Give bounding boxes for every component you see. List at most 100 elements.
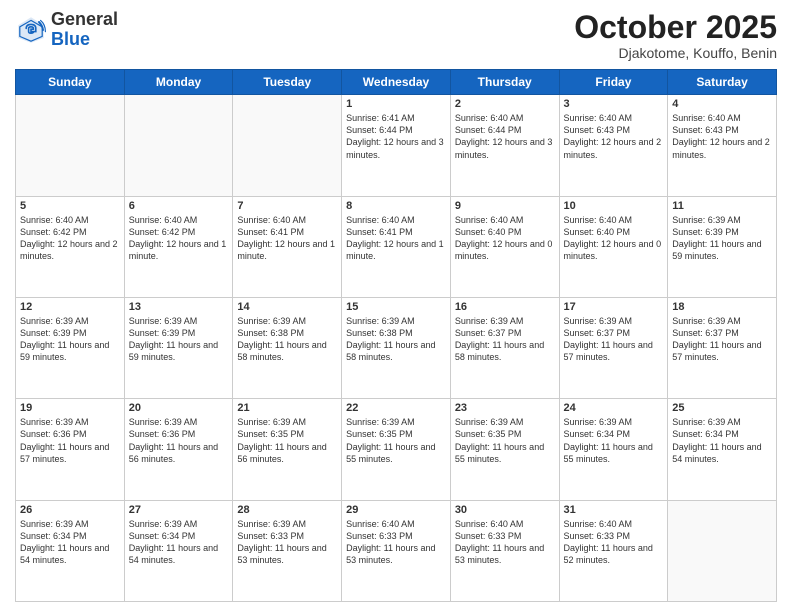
day-info: Sunrise: 6:39 AM Sunset: 6:34 PM Dayligh… xyxy=(564,416,664,465)
calendar-cell: 25 Sunrise: 6:39 AM Sunset: 6:34 PM Dayli… xyxy=(668,399,777,500)
day-info: Sunrise: 6:40 AM Sunset: 6:42 PM Dayligh… xyxy=(20,214,120,263)
calendar-cell: 28 Sunrise: 6:39 AM Sunset: 6:33 PM Dayli… xyxy=(233,500,342,601)
day-number: 1 xyxy=(346,98,446,110)
day-number: 11 xyxy=(672,200,772,212)
logo-blue: Blue xyxy=(51,29,90,49)
calendar-cell xyxy=(668,500,777,601)
day-info: Sunrise: 6:39 AM Sunset: 6:39 PM Dayligh… xyxy=(672,214,772,263)
calendar-cell: 31 Sunrise: 6:40 AM Sunset: 6:33 PM Dayli… xyxy=(559,500,668,601)
day-info: Sunrise: 6:40 AM Sunset: 6:43 PM Dayligh… xyxy=(564,112,664,161)
calendar-cell: 22Sunrise: 6:39 AM Sunset: 6:35 PM Dayli… xyxy=(342,399,451,500)
calendar-cell: 13 Sunrise: 6:39 AM Sunset: 6:39 PM Dayli… xyxy=(124,297,233,398)
calendar-cell: 20Sunrise: 6:39 AM Sunset: 6:36 PM Dayli… xyxy=(124,399,233,500)
calendar-cell: 14 Sunrise: 6:39 AM Sunset: 6:38 PM Dayli… xyxy=(233,297,342,398)
day-number: 13 xyxy=(129,301,229,313)
calendar-cell: 19 Sunrise: 6:39 AM Sunset: 6:36 PM Dayli… xyxy=(16,399,125,500)
calendar-cell: 10 Sunrise: 6:40 AM Sunset: 6:40 PM Dayli… xyxy=(559,196,668,297)
calendar-cell: 12Sunrise: 6:39 AM Sunset: 6:39 PM Dayli… xyxy=(16,297,125,398)
calendar-cell xyxy=(124,95,233,196)
day-info: Sunrise: 6:40 AM Sunset: 6:33 PM Dayligh… xyxy=(455,518,555,567)
calendar-cell: 11 Sunrise: 6:39 AM Sunset: 6:39 PM Dayli… xyxy=(668,196,777,297)
week-row-3: 19 Sunrise: 6:39 AM Sunset: 6:36 PM Dayli… xyxy=(16,399,777,500)
day-info: Sunrise: 6:39 AM Sunset: 6:35 PM Dayligh… xyxy=(455,416,555,465)
calendar-table: SundayMondayTuesdayWednesdayThursdayFrid… xyxy=(15,69,777,602)
day-info: Sunrise: 6:39 AM Sunset: 6:35 PM Dayligh… xyxy=(346,416,446,465)
day-number: 14 xyxy=(237,301,337,313)
day-number: 30 xyxy=(455,504,555,516)
title-month: October 2025 xyxy=(574,10,777,45)
day-number: 25 xyxy=(672,402,772,414)
weekday-header-saturday: Saturday xyxy=(668,70,777,95)
day-number: 31 xyxy=(564,504,664,516)
week-row-0: 1Sunrise: 6:41 AM Sunset: 6:44 PM Daylig… xyxy=(16,95,777,196)
day-number: 8 xyxy=(346,200,446,212)
title-location: Djakotome, Kouffo, Benin xyxy=(574,45,777,61)
day-number: 16 xyxy=(455,301,555,313)
calendar-cell: 1Sunrise: 6:41 AM Sunset: 6:44 PM Daylig… xyxy=(342,95,451,196)
day-info: Sunrise: 6:39 AM Sunset: 6:35 PM Dayligh… xyxy=(237,416,337,465)
day-number: 6 xyxy=(129,200,229,212)
calendar-cell: 6 Sunrise: 6:40 AM Sunset: 6:42 PM Daylig… xyxy=(124,196,233,297)
day-info: Sunrise: 6:40 AM Sunset: 6:41 PM Dayligh… xyxy=(237,214,337,263)
weekday-header-row: SundayMondayTuesdayWednesdayThursdayFrid… xyxy=(16,70,777,95)
calendar-cell: 17 Sunrise: 6:39 AM Sunset: 6:37 PM Dayli… xyxy=(559,297,668,398)
day-info: Sunrise: 6:39 AM Sunset: 6:38 PM Dayligh… xyxy=(237,315,337,364)
day-info: Sunrise: 6:39 AM Sunset: 6:36 PM Dayligh… xyxy=(129,416,229,465)
day-number: 4 xyxy=(672,98,772,110)
week-row-2: 12 Sunrise: 6:39 AM Sunset: 6:39 PM Dayli… xyxy=(16,297,777,398)
day-info: Sunrise: 6:40 AM Sunset: 6:33 PM Dayligh… xyxy=(564,518,664,567)
calendar-cell: 27Sunrise: 6:39 AM Sunset: 6:34 PM Dayli… xyxy=(124,500,233,601)
calendar-cell: 26Sunrise: 6:39 AM Sunset: 6:34 PM Dayli… xyxy=(16,500,125,601)
day-number: 7 xyxy=(237,200,337,212)
day-info: Sunrise: 6:39 AM Sunset: 6:34 PM Dayligh… xyxy=(20,518,120,567)
weekday-header-friday: Friday xyxy=(559,70,668,95)
logo-general: General xyxy=(51,9,118,29)
calendar-cell: 24 Sunrise: 6:39 AM Sunset: 6:34 PM Dayli… xyxy=(559,399,668,500)
day-info: Sunrise: 6:40 AM Sunset: 6:42 PM Dayligh… xyxy=(129,214,229,263)
day-info: Sunrise: 6:39 AM Sunset: 6:36 PM Dayligh… xyxy=(20,416,120,465)
day-info: Sunrise: 6:40 AM Sunset: 6:43 PM Dayligh… xyxy=(672,112,772,161)
weekday-header-wednesday: Wednesday xyxy=(342,70,451,95)
day-number: 10 xyxy=(564,200,664,212)
day-info: Sunrise: 6:39 AM Sunset: 6:38 PM Dayligh… xyxy=(346,315,446,364)
day-info: Sunrise: 6:39 AM Sunset: 6:37 PM Dayligh… xyxy=(672,315,772,364)
week-row-4: 26Sunrise: 6:39 AM Sunset: 6:34 PM Dayli… xyxy=(16,500,777,601)
week-row-1: 5 Sunrise: 6:40 AM Sunset: 6:42 PM Daylig… xyxy=(16,196,777,297)
day-info: Sunrise: 6:39 AM Sunset: 6:37 PM Dayligh… xyxy=(455,315,555,364)
day-number: 21 xyxy=(237,402,337,414)
day-info: Sunrise: 6:39 AM Sunset: 6:39 PM Dayligh… xyxy=(129,315,229,364)
day-number: 5 xyxy=(20,200,120,212)
day-info: Sunrise: 6:39 AM Sunset: 6:33 PM Dayligh… xyxy=(237,518,337,567)
header: General Blue October 2025 Djakotome, Kou… xyxy=(15,10,777,61)
weekday-header-thursday: Thursday xyxy=(450,70,559,95)
title-block: October 2025 Djakotome, Kouffo, Benin xyxy=(574,10,777,61)
day-number: 3 xyxy=(564,98,664,110)
calendar-cell: 8 Sunrise: 6:40 AM Sunset: 6:41 PM Daylig… xyxy=(342,196,451,297)
day-number: 12 xyxy=(20,301,120,313)
calendar-cell xyxy=(233,95,342,196)
calendar-cell: 4 Sunrise: 6:40 AM Sunset: 6:43 PM Daylig… xyxy=(668,95,777,196)
calendar-cell: 9Sunrise: 6:40 AM Sunset: 6:40 PM Daylig… xyxy=(450,196,559,297)
day-info: Sunrise: 6:39 AM Sunset: 6:37 PM Dayligh… xyxy=(564,315,664,364)
calendar-cell: 23 Sunrise: 6:39 AM Sunset: 6:35 PM Dayli… xyxy=(450,399,559,500)
logo-text: General Blue xyxy=(51,10,118,50)
calendar-cell: 5 Sunrise: 6:40 AM Sunset: 6:42 PM Daylig… xyxy=(16,196,125,297)
day-number: 28 xyxy=(237,504,337,516)
page: General Blue October 2025 Djakotome, Kou… xyxy=(0,0,792,612)
calendar-cell: 7 Sunrise: 6:40 AM Sunset: 6:41 PM Daylig… xyxy=(233,196,342,297)
calendar-cell: 18Sunrise: 6:39 AM Sunset: 6:37 PM Dayli… xyxy=(668,297,777,398)
logo-icon xyxy=(15,14,47,46)
day-info: Sunrise: 6:40 AM Sunset: 6:40 PM Dayligh… xyxy=(564,214,664,263)
calendar-cell: 15Sunrise: 6:39 AM Sunset: 6:38 PM Dayli… xyxy=(342,297,451,398)
day-number: 2 xyxy=(455,98,555,110)
day-number: 29 xyxy=(346,504,446,516)
day-info: Sunrise: 6:40 AM Sunset: 6:41 PM Dayligh… xyxy=(346,214,446,263)
day-number: 24 xyxy=(564,402,664,414)
day-info: Sunrise: 6:40 AM Sunset: 6:40 PM Dayligh… xyxy=(455,214,555,263)
day-info: Sunrise: 6:39 AM Sunset: 6:34 PM Dayligh… xyxy=(672,416,772,465)
calendar-cell: 29Sunrise: 6:40 AM Sunset: 6:33 PM Dayli… xyxy=(342,500,451,601)
day-number: 23 xyxy=(455,402,555,414)
day-number: 17 xyxy=(564,301,664,313)
day-number: 19 xyxy=(20,402,120,414)
weekday-header-sunday: Sunday xyxy=(16,70,125,95)
